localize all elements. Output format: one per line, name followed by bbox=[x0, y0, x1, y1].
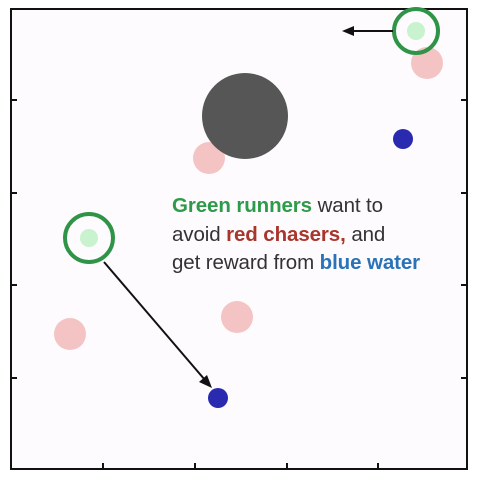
obstacle bbox=[202, 73, 288, 159]
chaser-agent bbox=[221, 301, 253, 333]
water-landmark bbox=[393, 129, 413, 149]
game-screen: Green runners want to avoid red chasers,… bbox=[0, 0, 480, 477]
runner-body bbox=[407, 22, 425, 40]
runner-agent bbox=[392, 7, 440, 55]
runner-move-arrow bbox=[103, 261, 212, 388]
caption-text-segment: want to bbox=[311, 194, 384, 217]
chaser-agent bbox=[54, 318, 86, 350]
caption-text-segment: get reward from bbox=[172, 251, 320, 274]
caption-line-3: get reward from blue water bbox=[172, 249, 472, 278]
runner-move-arrow bbox=[342, 26, 393, 36]
green-runners-label: Green runners bbox=[172, 194, 312, 217]
arrow-head bbox=[199, 375, 212, 388]
arrow-head bbox=[342, 26, 354, 36]
caption-text-segment: avoid bbox=[172, 222, 227, 246]
caption-text-segment: and bbox=[345, 222, 386, 246]
runner-agent bbox=[63, 212, 115, 264]
blue-water-label: blue water bbox=[319, 251, 421, 274]
water-landmark bbox=[208, 388, 228, 408]
caption-line-1: Green runners want to bbox=[172, 192, 472, 221]
red-chasers-label: red chasers, bbox=[226, 222, 346, 246]
runner-body bbox=[80, 229, 98, 247]
caption-line-2: avoid red chasers, and bbox=[172, 221, 472, 250]
arrow-shaft bbox=[103, 261, 206, 381]
caption-text: Green runners want to avoid red chasers,… bbox=[172, 192, 472, 278]
